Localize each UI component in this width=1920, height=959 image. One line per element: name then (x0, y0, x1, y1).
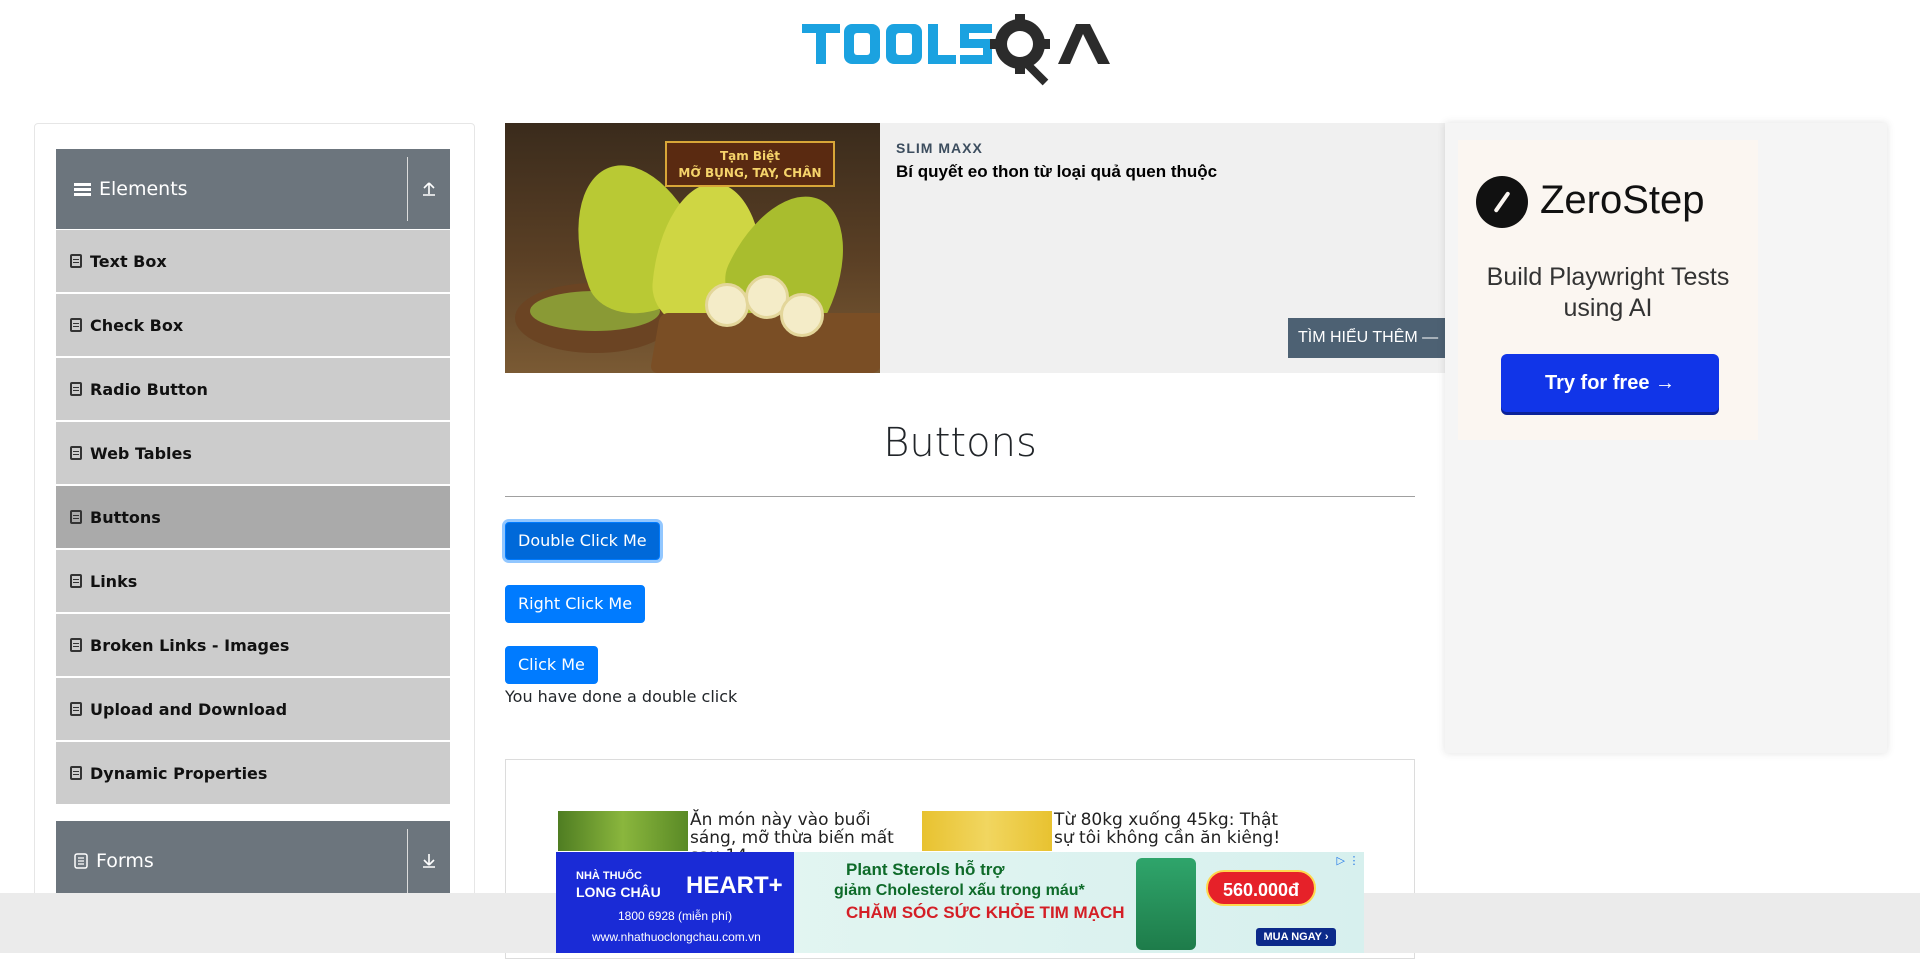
sidebar-item-web-tables[interactable]: Web Tables (56, 422, 450, 484)
header (0, 0, 1920, 100)
recommendation-thumbnail (922, 811, 1052, 851)
sticky-footer-ad-bar: NHÀ THUỐC LONG CHÂU HEART+ 1800 6928 (mi… (0, 852, 1920, 953)
click-me-button[interactable]: Click Me (505, 646, 598, 684)
double-click-message: You have done a double click (505, 687, 738, 706)
ad-headline[interactable]: Bí quyết eo thon từ loại quả quen thuộc (896, 162, 1217, 182)
buy-now-button[interactable]: MUA NGAY › (1256, 928, 1336, 946)
elements-group-header[interactable]: Elements (56, 149, 450, 229)
pharmacy-website: www.nhathuoclongchau.com.vn (592, 930, 761, 944)
document-icon (70, 254, 82, 268)
sidebar-item-buttons[interactable]: Buttons (56, 486, 450, 548)
document-icon (70, 382, 82, 396)
page-title: Buttons (883, 420, 1037, 466)
pharmacy-phone: 1800 6928 (miễn phí) (618, 909, 733, 923)
pharmacy-line1: NHÀ THUỐC (576, 870, 642, 882)
top-ad-banner[interactable]: Tạm Biệt MỠ BỤNG, TAY, CHÂN SLIM MAXX Bí… (505, 123, 1445, 373)
sticky-ad-headline3: CHĂM SÓC SỨC KHỎE TIM MẠCH (846, 903, 1125, 922)
ad-tag: Tạm Biệt MỠ BỤNG, TAY, CHÂN (665, 141, 835, 187)
sidebar-item-label: Buttons (90, 507, 161, 527)
sidebar-item-broken-links[interactable]: Broken Links - Images (56, 614, 450, 676)
zerostep-card: ZeroStep Build Playwright Tests using AI… (1458, 140, 1758, 440)
sidebar-item-label: Dynamic Properties (90, 763, 268, 783)
pharmacy-line2: LONG CHÂU (576, 884, 661, 900)
zerostep-tagline: Build Playwright Tests using AI (1486, 263, 1730, 322)
banana-slice-image (780, 293, 824, 337)
banana-slice-image (705, 283, 749, 327)
document-icon (70, 446, 82, 460)
recommendation-text: Từ 80kg xuống 45kg: Thật sự tôi không cầ… (1054, 810, 1281, 848)
product-name: HEART+ (686, 872, 783, 899)
sidebar-item-check-box[interactable]: Check Box (56, 294, 450, 356)
document-icon (70, 766, 82, 780)
ad-tag-line2: MỠ BỤNG, TAY, CHÂN (678, 166, 822, 180)
sidebar-item-label: Web Tables (90, 443, 192, 463)
sidebar-item-label: Upload and Download (90, 699, 288, 719)
sidebar: Elements Text Box Check Box Radio Button… (34, 123, 475, 953)
recommendation-item[interactable]: Từ 80kg xuống 45kg: Thật sự tôi không cầ… (922, 811, 1282, 851)
document-icon (70, 510, 82, 524)
document-icon (70, 574, 82, 588)
hamburger-icon (74, 182, 91, 196)
sticky-ad[interactable]: NHÀ THUỐC LONG CHÂU HEART+ 1800 6928 (mi… (556, 852, 1364, 953)
sidebar-item-label: Broken Links - Images (90, 635, 290, 655)
sidebar-item-dynamic-properties[interactable]: Dynamic Properties (56, 742, 450, 804)
elements-menu: Text Box Check Box Radio Button Web Tabl… (56, 230, 450, 806)
right-ad-banner[interactable]: ZeroStep Build Playwright Tests using AI… (1445, 123, 1887, 753)
ad-cta-button[interactable]: TÌM HIỂU THÊM — (1288, 318, 1445, 358)
title-divider (505, 496, 1415, 497)
collapse-toggle[interactable] (408, 149, 450, 229)
sidebar-item-label: Text Box (90, 251, 167, 271)
zerostep-brand: ZeroStep (1540, 178, 1705, 222)
document-icon (70, 318, 82, 332)
sidebar-item-upload-download[interactable]: Upload and Download (56, 678, 450, 740)
sidebar-item-label: Radio Button (90, 379, 208, 399)
ad-brand: SLIM MAXX (896, 140, 983, 156)
cutting-board-image (649, 313, 880, 373)
expand-toggle[interactable] (408, 821, 450, 901)
sidebar-item-label: Check Box (90, 315, 184, 335)
right-click-button[interactable]: Right Click Me (505, 585, 646, 623)
sticky-ad-headline1: Plant Sterols hỗ trợ (846, 860, 1005, 879)
try-for-free-button[interactable]: Try for free → (1501, 354, 1719, 412)
forms-group-title: Forms (74, 821, 154, 901)
sidebar-item-radio-button[interactable]: Radio Button (56, 358, 450, 420)
forms-group-header[interactable]: Forms (56, 821, 450, 901)
document-icon (70, 638, 82, 652)
sidebar-item-label: Links (90, 571, 138, 591)
ad-tag-line1: Tạm Biệt (719, 149, 781, 163)
forms-group-label: Forms (96, 850, 154, 872)
arrow-down-icon (423, 854, 435, 868)
arrow-up-icon (423, 182, 435, 196)
sticky-ad-price: 560.000đ (1206, 870, 1316, 906)
adchoices-icon[interactable]: ▷ ⋮ (1334, 854, 1362, 868)
banana-ad-image: Tạm Biệt MỠ BỤNG, TAY, CHÂN (505, 123, 880, 373)
product-box-image (1136, 858, 1196, 950)
elements-group-label: Elements (99, 178, 188, 200)
toolsqa-logo-image (802, 14, 1110, 86)
elements-group-title: Elements (74, 149, 188, 229)
document-icon (70, 702, 82, 716)
toolsqa-logo[interactable] (800, 14, 1125, 90)
pharmacy-brand-panel: NHÀ THUỐC LONG CHÂU HEART+ 1800 6928 (mi… (556, 852, 794, 953)
sidebar-item-text-box[interactable]: Text Box (56, 230, 450, 292)
sticky-ad-headline2: giảm Cholesterol xấu trong máu* (834, 882, 1085, 899)
double-click-button[interactable]: Double Click Me (505, 522, 660, 560)
form-icon (74, 853, 88, 869)
recommendation-thumbnail (558, 811, 688, 851)
sidebar-item-links[interactable]: Links (56, 550, 450, 612)
zerostep-logo-icon (1476, 176, 1528, 228)
